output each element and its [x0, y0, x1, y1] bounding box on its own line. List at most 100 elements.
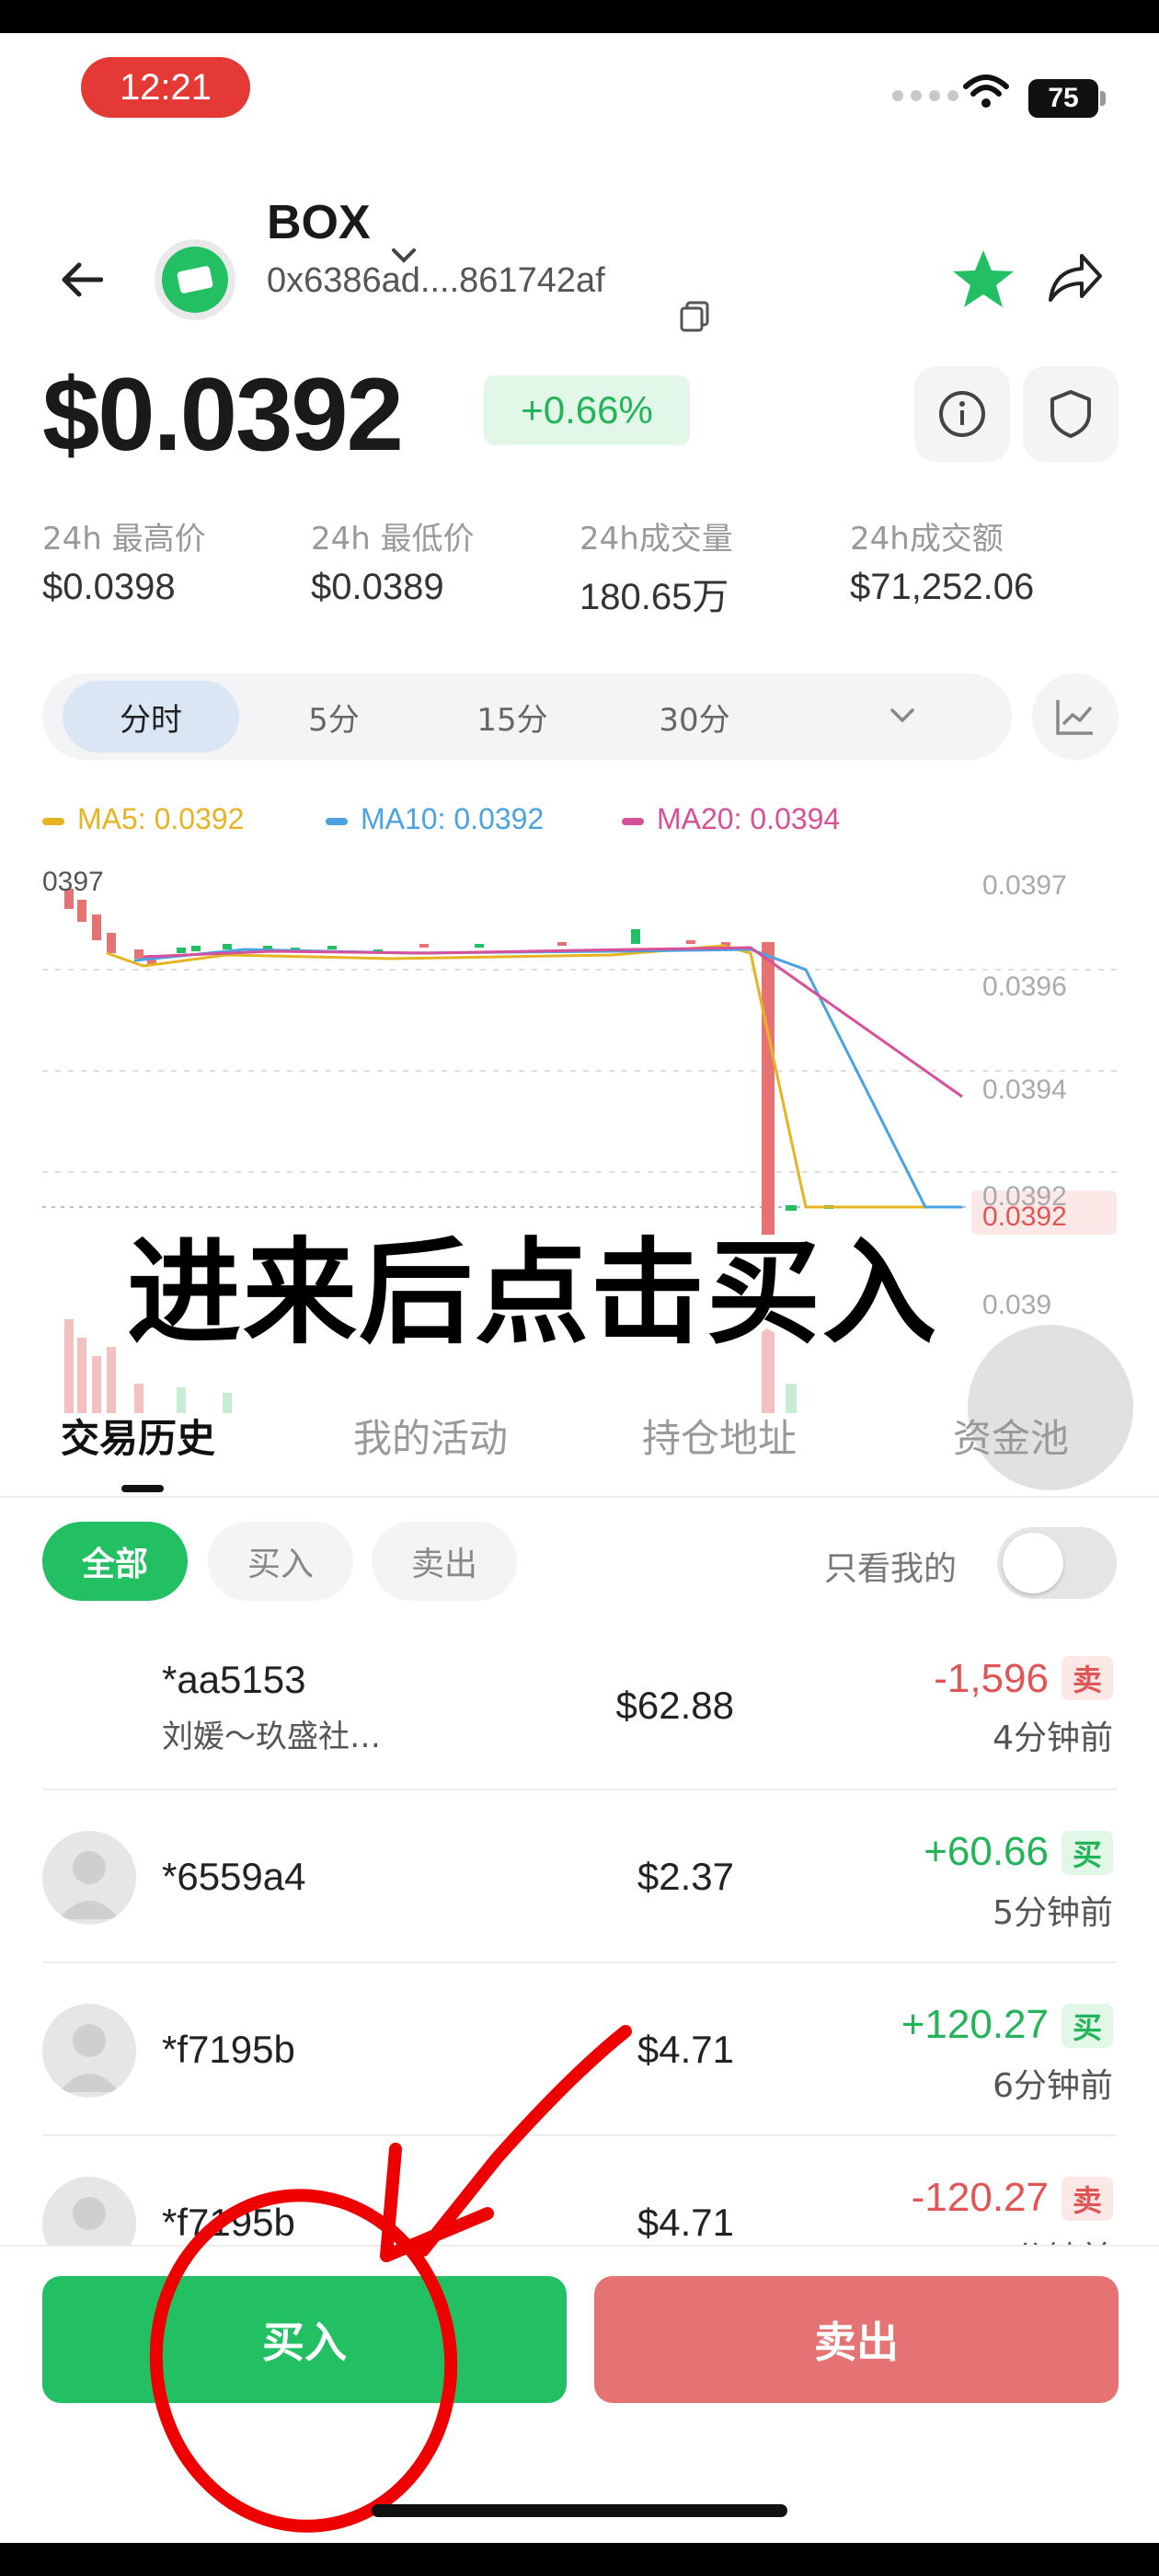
y-tick-label: 0.0397: [982, 870, 1067, 901]
tab-5m[interactable]: 5分: [247, 673, 421, 760]
token-name[interactable]: BOX: [267, 195, 371, 250]
trade-amount: $62.88: [615, 1684, 734, 1727]
tab-liquidity-pool[interactable]: 资金池: [953, 1408, 1069, 1464]
tab-1m[interactable]: 分时: [63, 681, 239, 753]
candle: [134, 949, 143, 959]
line-chart-icon: [1056, 700, 1093, 735]
current-price-label: 0.0392: [982, 1202, 1067, 1232]
trade-time: 4分钟前: [993, 1719, 1113, 1757]
ma10-swatch: [326, 817, 348, 825]
active-tab-indicator: [121, 1485, 164, 1492]
token-price: $0.0392: [42, 357, 404, 472]
only-mine-toggle[interactable]: [997, 1527, 1117, 1599]
ma10-legend: MA10: 0.0392: [326, 802, 544, 836]
candle: [475, 944, 484, 948]
ma20-legend: MA20: 0.0394: [622, 802, 840, 836]
token-logo-icon: [155, 239, 235, 320]
contract-address: 0x6386ad....861742af: [267, 261, 605, 300]
y-tick-label: 0.0394: [982, 1075, 1067, 1105]
avatar: [42, 1831, 136, 1925]
candle: [327, 946, 337, 949]
battery-cap: [1100, 91, 1106, 106]
status-time: 12:21: [81, 57, 250, 118]
volume-bar: [92, 1356, 101, 1413]
row-divider: [42, 1961, 1117, 1963]
candle: [557, 942, 567, 946]
toggle-knob: [1003, 1533, 1063, 1593]
volume-bar: [107, 1347, 116, 1413]
candle: [107, 933, 116, 953]
shield-icon: [1050, 390, 1091, 438]
trade-value: -120.27: [911, 2175, 1049, 2220]
tab-trade-history[interactable]: 交易历史: [61, 1408, 215, 1464]
ma20-label: MA20: 0.0394: [657, 802, 841, 835]
favorite-star-icon[interactable]: [949, 247, 1017, 311]
ma5-swatch: [42, 817, 64, 825]
y-tick-label: 0.0396: [982, 972, 1067, 1002]
left-tick-label: 0397: [42, 867, 104, 897]
trade-time: 5分钟前: [993, 1894, 1113, 1932]
avatar-icon: [59, 1851, 120, 1919]
row-divider: [42, 1788, 1117, 1790]
chevron-down-icon[interactable]: [889, 707, 916, 725]
y-tick-label: 0.039: [982, 1290, 1051, 1320]
stat-value: $71,252.06: [850, 567, 1035, 607]
price-change-badge: +0.66%: [484, 375, 690, 445]
stat-value: $0.0398: [42, 567, 176, 607]
tab-30m[interactable]: 30分: [607, 673, 782, 760]
stat-value: 180.65万: [580, 577, 729, 617]
volume-bar: [64, 1319, 74, 1413]
candle: [762, 942, 775, 949]
ma5-label: MA5: 0.0392: [77, 802, 245, 835]
candle: [223, 944, 232, 949]
filter-all[interactable]: 全部: [42, 1522, 188, 1601]
stat-label: 24h 最高价: [42, 521, 206, 558]
filter-buy[interactable]: 买入: [208, 1522, 353, 1601]
only-mine-label: 只看我的: [824, 1550, 958, 1588]
tab-holders[interactable]: 持仓地址: [642, 1408, 797, 1464]
stat-label: 24h成交量: [580, 521, 733, 558]
sell-button[interactable]: 卖出: [594, 2276, 1119, 2403]
chart-type-button[interactable]: [1032, 673, 1119, 760]
signal-dot: [947, 90, 958, 101]
info-button[interactable]: [914, 366, 1010, 462]
share-icon[interactable]: [1045, 250, 1104, 305]
interval-tabs: 分时 5分 15分 30分: [42, 673, 1012, 760]
trade-value: -1,596: [934, 1656, 1049, 1701]
trade-value: +120.27: [901, 2002, 1049, 2047]
trade-side-tag: 买: [1061, 1831, 1113, 1875]
app-screen: 12:21 75 BOX 0x6386ad....861742af $0.039…: [0, 33, 1159, 2543]
back-arrow-icon[interactable]: [61, 261, 103, 298]
ma20-swatch: [622, 817, 644, 825]
candle: [191, 946, 201, 951]
trade-amount: $2.37: [637, 1855, 734, 1898]
tab-my-activity[interactable]: 我的活动: [353, 1408, 508, 1464]
candle: [631, 929, 640, 942]
trade-time: 6分钟前: [993, 2067, 1113, 2105]
signal-dot: [911, 90, 922, 101]
annotation-circle-arrow: [149, 2025, 632, 2533]
info-icon: [939, 391, 985, 437]
signal-dot: [892, 90, 903, 101]
stat-label: 24h成交额: [850, 521, 1004, 558]
candle: [177, 948, 186, 953]
security-button[interactable]: [1023, 366, 1119, 462]
candle: [77, 900, 86, 922]
stat-value: $0.0389: [311, 567, 444, 607]
candle: [92, 914, 101, 940]
ma5-legend: MA5: 0.0392: [42, 802, 244, 836]
ma10-label: MA10: 0.0392: [361, 802, 545, 835]
wifi-icon: [963, 75, 1009, 108]
candle: [419, 944, 429, 948]
trade-user-note: 刘媛～玖盛社…: [162, 1719, 381, 1755]
trade-side-tag: 买: [1061, 2004, 1113, 2048]
overlay-caption: 进来后点击买入: [127, 1227, 939, 1360]
filter-sell[interactable]: 卖出: [372, 1522, 517, 1601]
trade-user[interactable]: *6559a4: [162, 1855, 306, 1899]
candle: [686, 940, 695, 944]
trade-user[interactable]: *aa5153: [162, 1658, 306, 1702]
battery-indicator: 75: [1028, 79, 1098, 118]
volume-bar: [77, 1338, 86, 1413]
tab-15m[interactable]: 15分: [425, 673, 600, 760]
copy-icon[interactable]: [679, 300, 710, 333]
